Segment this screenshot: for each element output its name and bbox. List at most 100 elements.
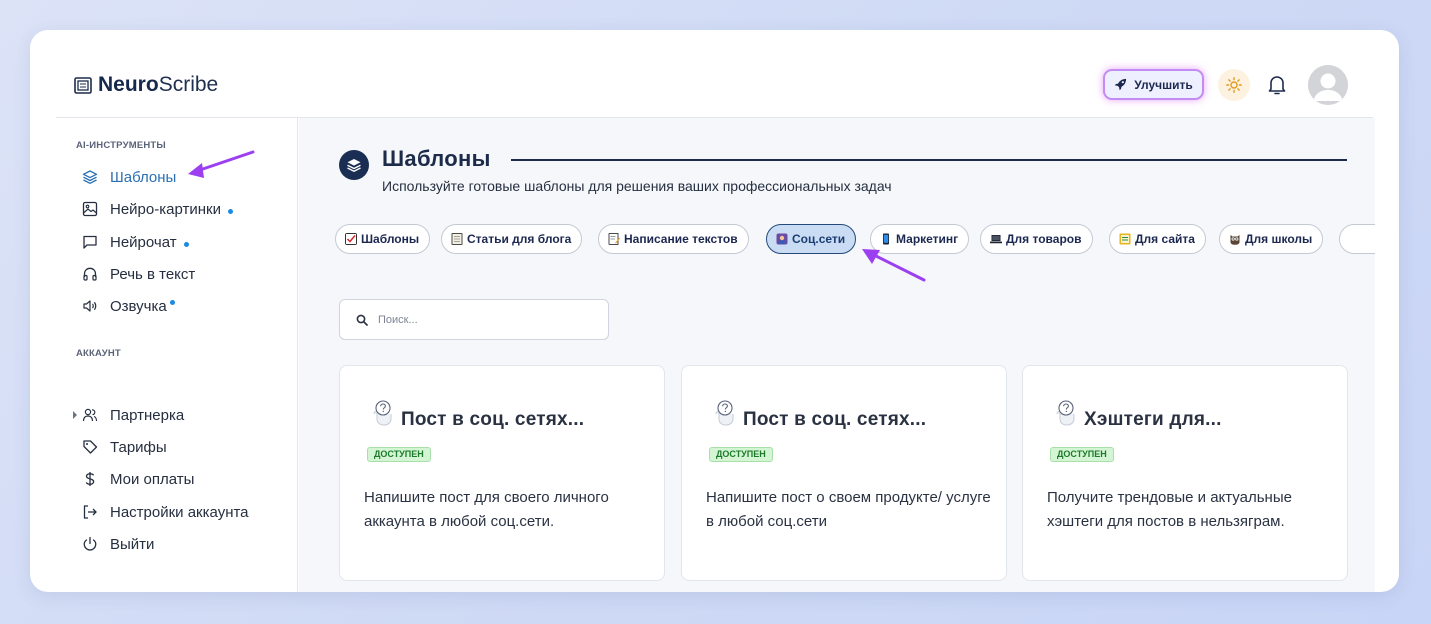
sidebar-item-label: Шаблоны: [110, 168, 177, 186]
sidebar-item-partner[interactable]: Партнерка: [73, 403, 185, 427]
search-icon: [356, 314, 368, 326]
card-description: Напишите пост о своем продукте/ услуге в…: [706, 489, 991, 530]
page-subtitle: Используйте готовые шаблоны для решения …: [382, 178, 892, 194]
layers-icon: [82, 170, 98, 184]
headphones-icon: [83, 267, 97, 281]
dollar-icon: [85, 472, 95, 486]
chip-label: Соц.сети: [792, 232, 846, 246]
rocket-icon: [1115, 78, 1127, 91]
sun-icon: [1226, 77, 1242, 93]
sidebar-item-neuro-images[interactable]: Нейро-картинки: [82, 197, 233, 221]
chat-icon: [83, 235, 97, 249]
sidebar: AI-ИНСТРУМЕНТЫ Шаблоны Нейро-картинки Не…: [56, 118, 298, 592]
expand-caret-icon[interactable]: [73, 411, 77, 419]
chip-label: Для школы: [1245, 232, 1313, 246]
laptop-icon: [990, 235, 1002, 244]
card-title: Хэштеги для...: [1084, 409, 1222, 430]
card-title: Пост в соц. сетях...: [743, 409, 927, 430]
category-chips: Шаблоны Статьи для блога Написание текст…: [335, 224, 1375, 256]
sidebar-item-label: Тарифы: [110, 438, 167, 456]
image-icon: [82, 201, 98, 217]
section-label-tools: AI-ИНСТРУМЕНТЫ: [76, 140, 166, 151]
top-bar: Neuro Scribe Улучшить: [30, 30, 1399, 118]
bell-icon[interactable]: [1267, 74, 1287, 96]
checkbox-icon: [345, 233, 357, 245]
chip-for-products[interactable]: Для товаров: [980, 224, 1093, 254]
chip-social-networks[interactable]: Соц.сети: [766, 224, 857, 254]
title-layers-icon: [339, 150, 369, 180]
app-logo[interactable]: Neuro Scribe: [74, 73, 218, 97]
logo-text-thin: Scribe: [158, 73, 219, 96]
status-badge: ДОСТУПЕН: [367, 447, 431, 462]
tag-icon: [83, 440, 98, 454]
memo-icon: [608, 233, 620, 245]
sidebar-item-label: Партнерка: [110, 406, 185, 424]
chip-marketing[interactable]: Маркетинг: [870, 224, 970, 254]
search-box: [339, 299, 609, 340]
sidebar-item-label: Настройки аккаунта: [110, 503, 249, 521]
new-indicator-dot: [183, 241, 189, 247]
question-hand-icon: [373, 400, 392, 426]
sidebar-item-label: Мои оплаты: [110, 470, 195, 488]
title-divider: [511, 159, 1347, 161]
page-title: Шаблоны: [382, 146, 491, 171]
selfie-icon: [776, 233, 788, 245]
users-icon: [82, 408, 98, 422]
avatar[interactable]: [1308, 65, 1348, 105]
logo-icon: [74, 76, 92, 94]
status-badge: ДОСТУПЕН: [709, 447, 773, 462]
owl-icon: [1230, 235, 1240, 245]
sidebar-item-label: Нейрочат: [110, 233, 177, 251]
upgrade-button[interactable]: Улучшить: [1103, 69, 1204, 100]
sidebar-item-label: Нейро-картинки: [110, 200, 221, 218]
chip-label: Статьи для блога: [467, 232, 572, 246]
question-hand-icon: [715, 400, 734, 426]
sidebar-item-templates[interactable]: Шаблоны: [82, 165, 176, 189]
template-card[interactable]: Пост в соц. сетях... ДОСТУПЕН Напишите п…: [681, 365, 1007, 581]
chip-blog-articles[interactable]: Статьи для блога: [441, 224, 583, 254]
chip-text-writing[interactable]: Написание текстов: [598, 224, 749, 254]
user-avatar-icon: [1308, 65, 1348, 105]
search-input[interactable]: [378, 311, 598, 329]
card-title: Пост в соц. сетях...: [401, 409, 585, 430]
sidebar-item-tariffs[interactable]: Тарифы: [82, 435, 167, 459]
chip-label: Шаблоны: [361, 232, 420, 246]
chip-label: Написание текстов: [624, 232, 738, 246]
section-label-account: АККАУНТ: [76, 348, 121, 359]
app-window: Neuro Scribe Улучшить AI-ИНСТРУМЕНТЫ Шаб…: [30, 30, 1399, 592]
sidebar-item-speech-to-text[interactable]: Речь в текст: [82, 262, 195, 286]
ledger-icon: [1119, 233, 1131, 245]
sidebar-item-logout[interactable]: Выйти: [82, 532, 154, 556]
chip-for-school[interactable]: Для школы: [1219, 224, 1324, 254]
status-badge: ДОСТУПЕН: [1050, 447, 1114, 462]
template-card[interactable]: Пост в соц. сетях... ДОСТУПЕН Напишите п…: [339, 365, 665, 581]
sidebar-item-label: Озвучка: [110, 297, 167, 315]
card-description: Получите трендовые и актуальные хэштеги …: [1047, 489, 1292, 530]
chip-templates[interactable]: Шаблоны: [335, 224, 431, 254]
sidebar-item-account-settings[interactable]: Настройки аккаунта: [82, 500, 249, 524]
logo-text-bold: Neuro: [98, 73, 159, 96]
sidebar-item-label: Выйти: [110, 535, 155, 553]
phone-icon: [883, 233, 889, 245]
upgrade-label: Улучшить: [1134, 77, 1193, 92]
notebook-icon: [451, 233, 463, 245]
chip-more[interactable]: [1339, 224, 1375, 254]
chip-label: Для товаров: [1006, 232, 1082, 246]
sidebar-item-voiceover[interactable]: Озвучка: [82, 294, 175, 318]
sidebar-item-label: Речь в текст: [110, 265, 196, 283]
sidebar-item-neurochat[interactable]: Нейрочат: [82, 230, 189, 254]
template-card[interactable]: Хэштеги для... ДОСТУПЕН Получите трендов…: [1022, 365, 1348, 581]
chip-for-website[interactable]: Для сайта: [1109, 224, 1206, 254]
chip-label: Для сайта: [1135, 232, 1195, 246]
chip-label: Маркетинг: [896, 232, 959, 246]
main-content: Шаблоны Используйте готовые шаблоны для …: [299, 118, 1375, 592]
new-indicator-dot: [227, 208, 233, 214]
theme-toggle-button[interactable]: [1218, 69, 1250, 101]
sidebar-item-payments[interactable]: Мои оплаты: [82, 467, 194, 491]
card-description: Напишите пост для своего личного аккаунт…: [364, 489, 609, 530]
speaker-icon: [83, 300, 97, 312]
power-icon: [83, 536, 97, 551]
question-hand-icon: [1056, 400, 1075, 426]
login-icon: [83, 505, 97, 519]
new-indicator-dot: [169, 299, 175, 305]
